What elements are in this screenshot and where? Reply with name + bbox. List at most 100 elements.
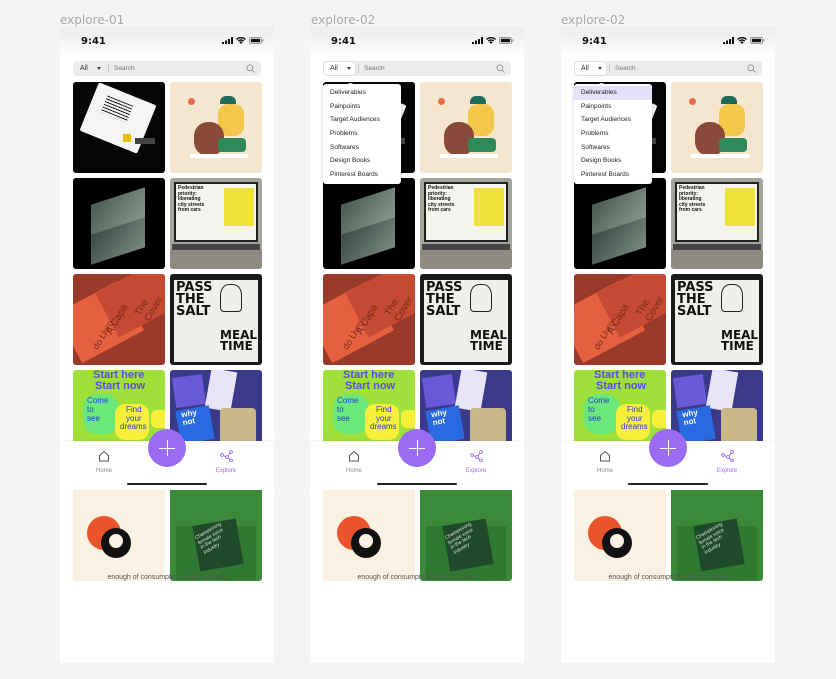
menu-item-design-books[interactable]: Design Books bbox=[323, 154, 401, 168]
home-icon bbox=[600, 450, 610, 462]
search-input[interactable] bbox=[114, 61, 234, 76]
tile-illustration-person[interactable] bbox=[420, 82, 512, 173]
wifi-icon bbox=[486, 37, 496, 44]
tile-laptop-pedestrian[interactable]: Pedestrian priority: liberating city str… bbox=[671, 178, 763, 269]
status-bar: 9:41 bbox=[310, 27, 524, 57]
tile-illustration-person[interactable] bbox=[170, 82, 262, 173]
tagline: enough of consumption, time to create bbox=[608, 574, 728, 581]
meal-line: TIME bbox=[721, 339, 754, 353]
divider bbox=[108, 64, 109, 73]
explore-icon bbox=[469, 450, 483, 463]
nav-home[interactable]: Home bbox=[84, 449, 124, 474]
menu-item-deliverables[interactable]: Deliverables bbox=[574, 86, 652, 100]
menu-item-design-books[interactable]: Design Books bbox=[574, 154, 652, 168]
add-button[interactable] bbox=[398, 429, 436, 467]
home-indicator bbox=[628, 483, 708, 485]
filter-menu: Deliverables Painpoints Target Audiences… bbox=[574, 84, 652, 184]
nav-home-label: Home bbox=[596, 468, 613, 474]
nav-explore-label: Explore bbox=[716, 468, 738, 474]
come-line: to bbox=[588, 405, 595, 414]
search-bar: All bbox=[73, 61, 261, 76]
explore-icon bbox=[219, 450, 233, 463]
nav-explore-label: Explore bbox=[215, 468, 237, 474]
start-line: Start now bbox=[345, 380, 396, 392]
salt-line: SALT bbox=[176, 304, 211, 319]
divider bbox=[609, 64, 610, 73]
tile-capa-book[interactable]: A Capa do Livro The Cover bbox=[574, 274, 666, 365]
menu-item-pinterest-boards[interactable]: Pinterest Boards bbox=[574, 168, 652, 182]
pedestrian-line: from cars bbox=[428, 207, 451, 213]
menu-item-target-audiences[interactable]: Target Audiences bbox=[323, 113, 401, 127]
status-bar: 9:41 bbox=[60, 27, 274, 57]
add-button[interactable] bbox=[148, 429, 186, 467]
menu-item-softwares[interactable]: Softwares bbox=[323, 141, 401, 155]
pedestrian-line: from cars bbox=[679, 207, 702, 213]
search-icon[interactable] bbox=[246, 64, 255, 73]
phone-frame-explore-01: 9:41 All Search Pedestrian priority: lib… bbox=[60, 27, 274, 663]
nav-explore[interactable]: Explore bbox=[206, 449, 246, 474]
tile-books-stack[interactable] bbox=[323, 178, 415, 269]
phone-frame-explore-02-open: 9:41 All Search Pedestrian priority: lib… bbox=[310, 27, 524, 663]
tile-laptop-pedestrian[interactable]: Pedestrian priority: liberating city str… bbox=[420, 178, 512, 269]
tagline: enough of consumption, time to create bbox=[107, 574, 227, 581]
search-icon[interactable] bbox=[747, 64, 756, 73]
menu-item-target-audiences[interactable]: Target Audiences bbox=[574, 113, 652, 127]
find-line: dreams bbox=[120, 422, 147, 431]
signal-icon bbox=[723, 37, 734, 44]
search-input[interactable] bbox=[364, 61, 484, 76]
home-icon bbox=[349, 450, 359, 462]
filter-dropdown[interactable]: All bbox=[74, 62, 105, 75]
tile-books-stack[interactable] bbox=[73, 178, 165, 269]
tile-capa-book[interactable]: A Capa do Livro The Cover bbox=[323, 274, 415, 365]
search-bar: All bbox=[323, 61, 511, 76]
status-time: 9:41 bbox=[582, 36, 607, 47]
filter-dropdown[interactable]: All bbox=[575, 62, 606, 75]
status-icons bbox=[723, 37, 765, 44]
add-button[interactable] bbox=[649, 429, 687, 467]
tile-capa-book[interactable]: A Capa do Livro The Cover bbox=[73, 274, 165, 365]
come-line: to bbox=[337, 405, 344, 414]
tile-books-stack[interactable] bbox=[574, 178, 666, 269]
status-time: 9:41 bbox=[331, 36, 356, 47]
salt-line: SALT bbox=[677, 304, 712, 319]
nav-explore[interactable]: Explore bbox=[456, 449, 496, 474]
phone-frame-explore-02-selected: 9:41 All Search Pedestrian priority: lib… bbox=[561, 27, 775, 663]
come-line: Come bbox=[337, 396, 359, 405]
status-icons bbox=[472, 37, 514, 44]
meal-line: TIME bbox=[220, 339, 253, 353]
home-icon bbox=[99, 450, 109, 462]
battery-icon bbox=[750, 37, 765, 44]
status-icons bbox=[222, 37, 264, 44]
nav-explore[interactable]: Explore bbox=[707, 449, 747, 474]
menu-item-problems[interactable]: Problems bbox=[574, 127, 652, 141]
filter-dropdown[interactable]: All bbox=[324, 62, 355, 75]
menu-item-softwares[interactable]: Softwares bbox=[574, 141, 652, 155]
home-indicator bbox=[377, 483, 457, 485]
start-line: Start now bbox=[95, 380, 146, 392]
menu-item-deliverables[interactable]: Deliverables bbox=[323, 86, 401, 100]
tile-magazine[interactable] bbox=[73, 82, 165, 173]
signal-icon bbox=[472, 37, 483, 44]
tile-illustration-person[interactable] bbox=[671, 82, 763, 173]
signal-icon bbox=[222, 37, 233, 44]
tile-pass-the-salt[interactable]: PASS THE SALT MEAL TIME bbox=[170, 274, 262, 365]
salt-line: SALT bbox=[426, 304, 461, 319]
tile-laptop-pedestrian[interactable]: Pedestrian priority: liberating city str… bbox=[170, 178, 262, 269]
nav-home-label: Home bbox=[345, 468, 362, 474]
menu-item-painpoints[interactable]: Painpoints bbox=[574, 100, 652, 114]
pedestrian-line: from cars bbox=[178, 207, 201, 213]
search-input[interactable] bbox=[615, 61, 735, 76]
tile-pass-the-salt[interactable]: PASS THE SALT MEAL TIME bbox=[420, 274, 512, 365]
start-line: Start now bbox=[596, 380, 647, 392]
nav-home[interactable]: Home bbox=[334, 449, 374, 474]
divider bbox=[358, 64, 359, 73]
filter-label: All bbox=[80, 65, 88, 72]
menu-item-painpoints[interactable]: Painpoints bbox=[323, 100, 401, 114]
come-line: see bbox=[337, 414, 350, 423]
menu-item-pinterest-boards[interactable]: Pinterest Boards bbox=[323, 168, 401, 182]
search-icon[interactable] bbox=[496, 64, 505, 73]
nav-home[interactable]: Home bbox=[585, 449, 625, 474]
menu-item-problems[interactable]: Problems bbox=[323, 127, 401, 141]
chevron-down-icon bbox=[598, 67, 602, 70]
tile-pass-the-salt[interactable]: PASS THE SALT MEAL TIME bbox=[671, 274, 763, 365]
